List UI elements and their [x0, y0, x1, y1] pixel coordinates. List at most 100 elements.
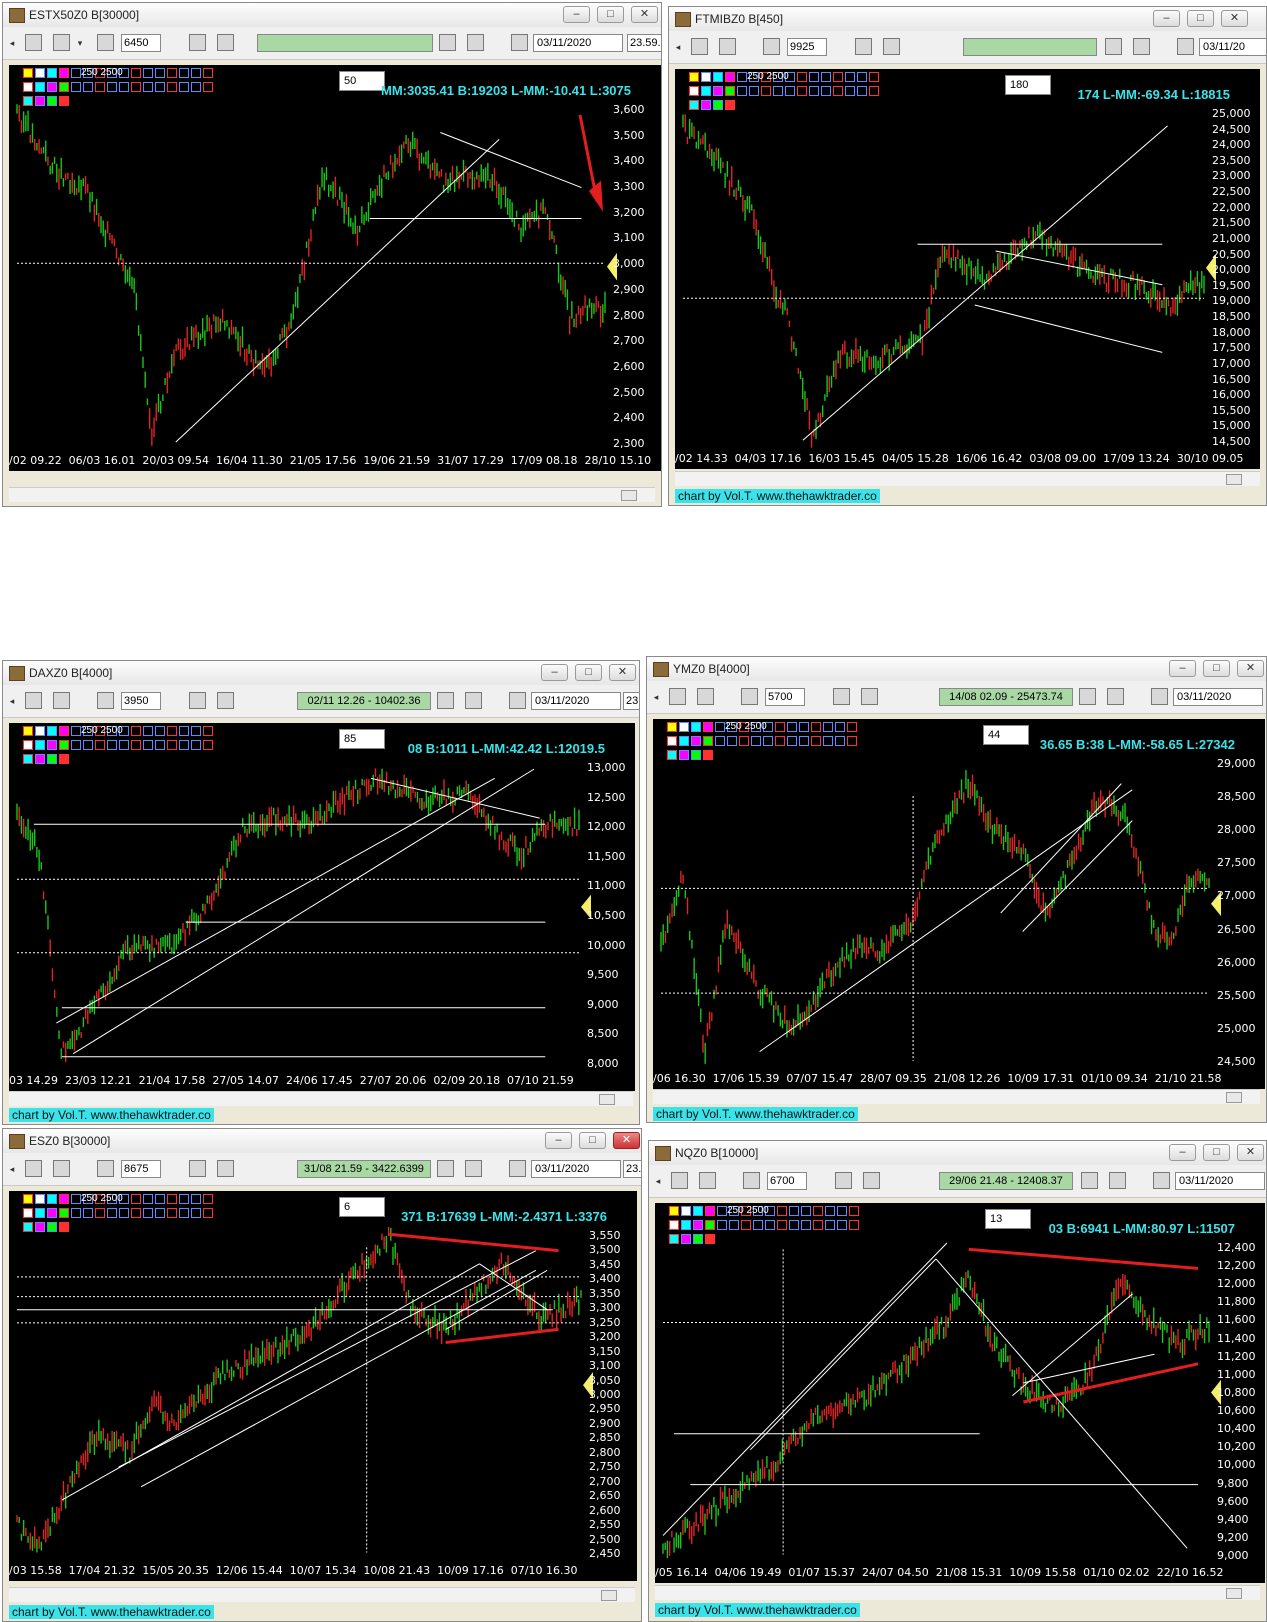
indicator-toggle-icon[interactable]: [737, 72, 747, 82]
play-icon[interactable]: [1177, 38, 1194, 55]
indicator-icon[interactable]: [835, 1172, 852, 1189]
indicator-toggle-icon[interactable]: [167, 740, 177, 750]
indicator-toggle-icon[interactable]: [691, 722, 701, 732]
indicator-toggle-icon[interactable]: [693, 1234, 703, 1244]
indicator-toggle-icon[interactable]: [35, 1194, 45, 1204]
indicator-toggle-icon[interactable]: [825, 1220, 835, 1230]
indicator-toggle-icon[interactable]: [203, 82, 213, 92]
indicator-value-input[interactable]: 85: [339, 729, 385, 749]
play-icon[interactable]: [511, 34, 528, 51]
minimize-button[interactable]: –: [563, 6, 590, 23]
chart-type-icon[interactable]: [53, 1160, 70, 1177]
bar-count-input[interactable]: 3950: [121, 692, 161, 710]
chart-type-icon[interactable]: [53, 34, 70, 51]
indicator-toggle-icon[interactable]: [669, 1206, 679, 1216]
indicator-toggle-icon[interactable]: [787, 722, 797, 732]
maximize-button[interactable]: □: [575, 664, 602, 681]
date-picker[interactable]: 03/11/2020: [533, 34, 623, 52]
indicator-toggle-icon[interactable]: [107, 1208, 117, 1218]
indicator-toggle-icon[interactable]: [23, 740, 33, 750]
price-chart[interactable]: 13,000 12,500 12,000 11,500 11,000 10,500 10,0…: [9, 723, 635, 1091]
indicator-toggle-icon[interactable]: [203, 726, 213, 736]
indicator-toggle-icon[interactable]: [35, 726, 45, 736]
date-picker[interactable]: 03/11/2020: [1173, 688, 1263, 706]
indicator-toggle-icon[interactable]: [713, 72, 723, 82]
indicator-toggle-icon[interactable]: [785, 86, 795, 96]
indicator-value-input[interactable]: 180: [1005, 75, 1051, 95]
indicator-toggle-icon[interactable]: [131, 1208, 141, 1218]
indicator-toggle-icon[interactable]: [797, 72, 807, 82]
indicator-toggle-icon[interactable]: [35, 754, 45, 764]
scroll-left-icon[interactable]: ◂: [673, 38, 683, 56]
indicator-toggle-icon[interactable]: [59, 1208, 69, 1218]
indicator-toggle-icon[interactable]: [835, 736, 845, 746]
chart-type-icon[interactable]: [697, 688, 714, 705]
horizontal-scrollbar[interactable]: [9, 487, 655, 502]
indicator-toggle-icon[interactable]: [47, 1194, 57, 1204]
indicator-toggle-icon[interactable]: [729, 1220, 739, 1230]
indicator-toggle-icon[interactable]: [59, 740, 69, 750]
indicator-toggle-icon[interactable]: [789, 1220, 799, 1230]
indicator-toggle-icon[interactable]: [59, 1222, 69, 1232]
indicator-icon[interactable]: [833, 688, 850, 705]
indicator-toggle-icon[interactable]: [725, 72, 735, 82]
indicator-toggle-icon[interactable]: [727, 736, 737, 746]
date-picker[interactable]: 03/11/2020: [531, 692, 621, 710]
horizontal-scrollbar[interactable]: [653, 1089, 1260, 1104]
indicator-toggle-icon[interactable]: [689, 72, 699, 82]
indicator-toggle-icon[interactable]: [35, 1222, 45, 1232]
indicator-toggle-icon[interactable]: [131, 1194, 141, 1204]
indicator-toggle-icon[interactable]: [35, 96, 45, 106]
indicator-toggle-icon[interactable]: [679, 750, 689, 760]
indicator-toggle-icon[interactable]: [23, 1208, 33, 1218]
indicator-toggle-icon[interactable]: [71, 68, 81, 78]
close-button[interactable]: ✕: [609, 664, 636, 681]
indicator-toggle-icon[interactable]: [23, 82, 33, 92]
bar-count-input[interactable]: 8675: [121, 1160, 161, 1178]
indicator-toggle-icon[interactable]: [23, 754, 33, 764]
save-icon[interactable]: [691, 38, 708, 55]
indicator-toggle-icon[interactable]: [801, 1206, 811, 1216]
indicator-toggle-icon[interactable]: [131, 726, 141, 736]
chart-type-icon[interactable]: [699, 1172, 716, 1189]
indicator-icon[interactable]: [189, 1160, 206, 1177]
scroll-thumb[interactable]: [1226, 474, 1242, 485]
indicator-value-input[interactable]: 6: [339, 1197, 385, 1217]
indicator-toggle-icon[interactable]: [47, 726, 57, 736]
minimize-button[interactable]: –: [1169, 660, 1196, 677]
indicator-toggle-icon[interactable]: [799, 722, 809, 732]
indicator-toggle-icon[interactable]: [59, 754, 69, 764]
maximize-button[interactable]: □: [1203, 1144, 1230, 1161]
chevron-down-icon[interactable]: ▾: [75, 34, 85, 52]
indicator-toggle-icon[interactable]: [35, 68, 45, 78]
indicator-toggle-icon[interactable]: [763, 736, 773, 746]
indicator-toggle-icon[interactable]: [23, 1222, 33, 1232]
indicator-toggle-icon[interactable]: [107, 740, 117, 750]
indicator-toggle-icon[interactable]: [167, 1194, 177, 1204]
indicator-toggle-icon[interactable]: [143, 740, 153, 750]
indicator-toggle-icon[interactable]: [693, 1206, 703, 1216]
save-icon[interactable]: [25, 1160, 42, 1177]
scroll-left-icon[interactable]: ◂: [653, 1172, 663, 1190]
indicator-toggle-icon[interactable]: [35, 740, 45, 750]
price-chart[interactable]: 25,000 24,500 24,000 23,500 23,000 22,500 22,0…: [675, 69, 1260, 469]
indicator-toggle-icon[interactable]: [203, 1208, 213, 1218]
indicator-toggle-icon[interactable]: [833, 72, 843, 82]
indicator-toggle-icon[interactable]: [811, 736, 821, 746]
indicator-toggle-icon[interactable]: [679, 722, 689, 732]
style-icon[interactable]: [1133, 38, 1150, 55]
indicator-toggle-icon[interactable]: [59, 68, 69, 78]
indicator-toggle-icon[interactable]: [59, 96, 69, 106]
indicator-toggle-icon[interactable]: [179, 740, 189, 750]
indicator-toggle-icon[interactable]: [691, 750, 701, 760]
indicator-toggle-icon[interactable]: [47, 82, 57, 92]
scroll-left-icon[interactable]: ◂: [7, 34, 17, 52]
indicator-toggle-icon[interactable]: [47, 96, 57, 106]
indicator-toggle-icon[interactable]: [95, 740, 105, 750]
indicator-toggle-icon[interactable]: [143, 1208, 153, 1218]
indicator-toggle-icon[interactable]: [701, 72, 711, 82]
calculator-icon[interactable]: [97, 34, 114, 51]
scroll-left-icon[interactable]: ◂: [651, 688, 661, 706]
time-field[interactable]: 23.59.5: [627, 34, 661, 52]
time-field[interactable]: 23.5: [623, 1160, 641, 1178]
